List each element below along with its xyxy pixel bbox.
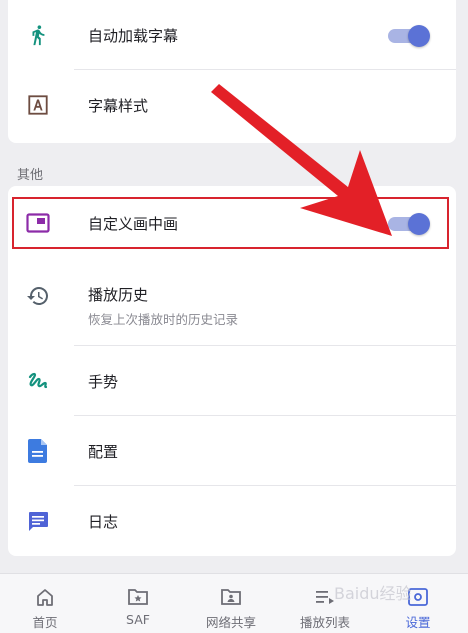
folder-user-icon <box>220 587 242 607</box>
nav-label: 首页 <box>32 615 58 630</box>
folder-star-icon <box>127 587 149 607</box>
nav-label: 网络共享 <box>205 615 256 630</box>
playlist-icon <box>314 587 336 607</box>
watermark: Baidu经验 <box>334 584 412 603</box>
nav-saf[interactable]: SAF <box>98 574 178 633</box>
nav-network-share[interactable]: 网络共享 <box>191 574 271 633</box>
home-icon <box>34 587 56 607</box>
nav-label: 设置 <box>405 615 431 630</box>
nav-label: SAF <box>126 612 150 627</box>
nav-label: 播放列表 <box>299 615 350 630</box>
annotation-arrow <box>211 84 392 236</box>
nav-home[interactable]: 首页 <box>5 574 85 633</box>
